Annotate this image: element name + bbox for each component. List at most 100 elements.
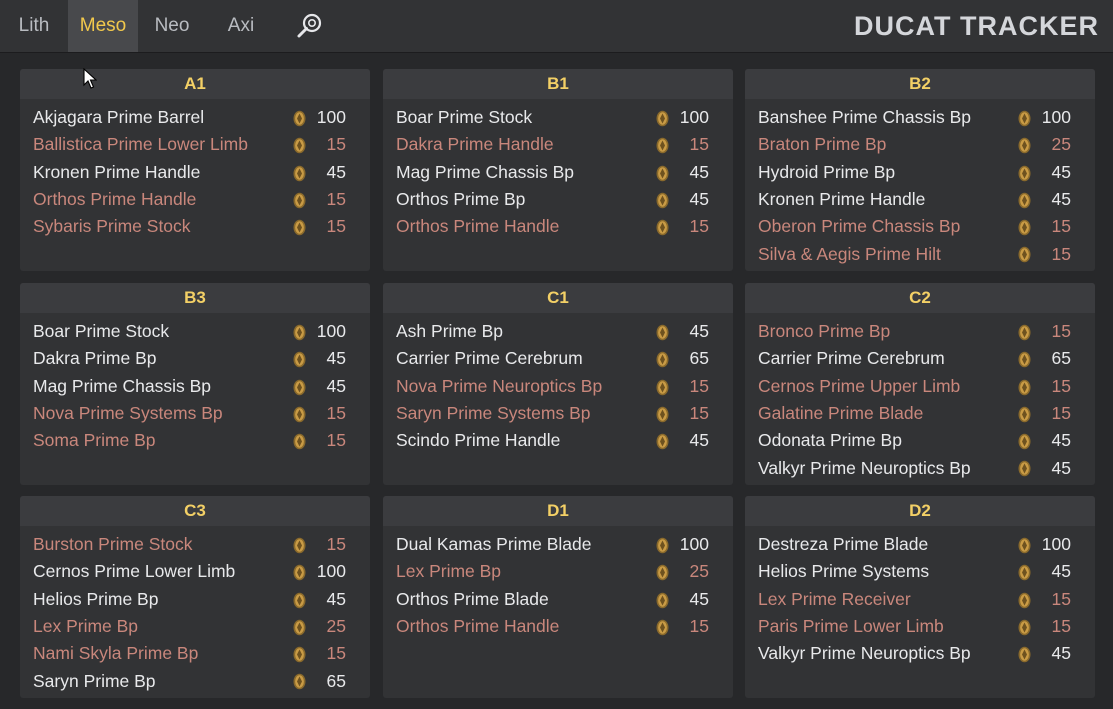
- reward-item-name: Silva & Aegis Prime Hilt: [758, 243, 941, 264]
- ducat-icon: [293, 406, 306, 423]
- app-logo: DUCAT TRACKER: [854, 11, 1099, 41]
- ducat-icon: [293, 137, 306, 154]
- reward-item-name: Ballistica Prime Lower Limb: [33, 134, 248, 155]
- ducat-icon: [1018, 110, 1031, 127]
- relic-name: C2: [745, 283, 1095, 313]
- ducat-icon: [1018, 165, 1031, 181]
- mouse-cursor-icon: [83, 68, 97, 89]
- ducat-value: 45: [1051, 457, 1071, 478]
- reward-row: Cernos Prime Upper Limb 15: [745, 373, 1095, 400]
- ducat-icon: [1018, 433, 1031, 450]
- ducat-icon: [293, 324, 306, 341]
- relic-reward-list: Dual Kamas Prime Blade 100 Lex Prime Bp 25 O…: [383, 526, 733, 640]
- reward-item-name: Scindo Prime Handle: [396, 430, 561, 451]
- ducat-value: 15: [689, 375, 709, 396]
- reward-row: Valkyr Prime Neuroptics Bp 45: [745, 640, 1095, 667]
- ducat-value: 15: [1051, 616, 1071, 637]
- reward-item-name: Nami Skyla Prime Bp: [33, 643, 199, 664]
- top-bar: Lith Meso Neo Axi DUCAT TRACKER: [0, 0, 1113, 53]
- relic-name: D1: [383, 496, 733, 526]
- reward-row: Kronen Prime Handle 45: [20, 159, 370, 186]
- ducat-value: 25: [326, 616, 346, 637]
- reward-item-name: Valkyr Prime Neuroptics Bp: [758, 457, 971, 478]
- ducat-value: 100: [679, 534, 709, 555]
- ducat-value: 15: [326, 134, 346, 155]
- tab-meso[interactable]: Meso: [68, 0, 138, 52]
- reward-row: Dual Kamas Prime Blade 100: [383, 531, 733, 558]
- reward-item-name: Bronco Prime Bp: [758, 321, 891, 342]
- reward-item-name: Kronen Prime Handle: [758, 189, 926, 210]
- relic-reward-list: Destreza Prime Blade 100 Helios Prime Syst…: [745, 526, 1095, 667]
- ducat-icon: [1018, 537, 1031, 554]
- reward-row: Ballistica Prime Lower Limb 15: [20, 131, 370, 158]
- reward-item-name: Cernos Prime Upper Limb: [758, 375, 961, 396]
- reward-item-name: Odonata Prime Bp: [758, 430, 902, 451]
- reward-row: Orthos Prime Handle 15: [383, 213, 733, 240]
- reward-row: Orthos Prime Handle 15: [20, 186, 370, 213]
- reward-item-name: Paris Prime Lower Limb: [758, 616, 944, 637]
- reward-row: Nova Prime Neuroptics Bp 15: [383, 373, 733, 400]
- tab-axi[interactable]: Axi: [206, 0, 276, 52]
- ducat-icon: [656, 537, 669, 554]
- ducat-value: 45: [1051, 189, 1071, 210]
- reward-row: Destreza Prime Blade 100: [745, 531, 1095, 558]
- tab-lith[interactable]: Lith: [0, 0, 68, 52]
- reward-row: Bronco Prime Bp 15: [745, 318, 1095, 345]
- reward-row: Lex Prime Bp 25: [20, 613, 370, 640]
- search-button[interactable]: [276, 0, 344, 52]
- reward-item-name: Cernos Prime Lower Limb: [33, 561, 236, 582]
- reward-row: Carrier Prime Cerebrum 65: [745, 345, 1095, 372]
- relic-name: B3: [20, 283, 370, 313]
- ducat-value: 45: [689, 430, 709, 451]
- reward-item-name: Akjagara Prime Barrel: [33, 107, 205, 128]
- ducat-icon: [1018, 406, 1031, 423]
- ducat-value: 45: [689, 189, 709, 210]
- tab-neo[interactable]: Neo: [138, 0, 206, 52]
- relic-name: B1: [383, 69, 733, 99]
- ducat-icon: [656, 433, 669, 450]
- reward-row: Soma Prime Bp 15: [20, 427, 370, 454]
- ducat-icon: [1018, 461, 1031, 477]
- reward-row: Mag Prime Chassis Bp 45: [20, 373, 370, 400]
- relic-name: B2: [745, 69, 1095, 99]
- relic-card: D2 Destreza Prime Blade 100 Helios Prime Sy…: [745, 496, 1095, 698]
- ducat-icon: [1018, 379, 1031, 395]
- reward-item-name: Dakra Prime Bp: [33, 348, 157, 369]
- ducat-value: 25: [689, 561, 709, 582]
- ducat-icon: [293, 379, 306, 395]
- ducat-icon: [293, 433, 306, 450]
- ducat-value: 15: [689, 134, 709, 155]
- reward-row: Nova Prime Systems Bp 15: [20, 400, 370, 427]
- reward-row: Orthos Prime Handle 15: [383, 613, 733, 640]
- ducat-icon: [293, 619, 306, 636]
- ducat-value: 15: [326, 216, 346, 237]
- ducat-value: 15: [1051, 321, 1071, 342]
- reward-row: Hydroid Prime Bp 45: [745, 159, 1095, 186]
- reward-row: Odonata Prime Bp 45: [745, 427, 1095, 454]
- ducat-value: 45: [326, 588, 346, 609]
- reward-item-name: Oberon Prime Chassis Bp: [758, 216, 961, 237]
- ducat-icon: [656, 324, 669, 341]
- reward-item-name: Orthos Prime Bp: [396, 189, 526, 210]
- ducat-value: 15: [326, 534, 346, 555]
- reward-row: Orthos Prime Blade 45: [383, 586, 733, 613]
- reward-item-name: Mag Prime Chassis Bp: [33, 375, 211, 396]
- reward-item-name: Soma Prime Bp: [33, 430, 156, 451]
- relic-card: C2 Bronco Prime Bp 15 Carrier Prime Cerebru…: [745, 283, 1095, 485]
- ducat-icon: [656, 564, 669, 581]
- ducat-icon: [1018, 592, 1031, 608]
- ducat-value: 45: [1051, 161, 1071, 182]
- ducat-icon: [293, 646, 306, 663]
- ducat-value: 45: [689, 161, 709, 182]
- ducat-icon: [1018, 324, 1031, 341]
- reward-row: Sybaris Prime Stock 15: [20, 213, 370, 240]
- ducat-icon: [656, 592, 669, 608]
- relic-card: B3 Boar Prime Stock 100 Dakra Prime Bp 45 Mag…: [20, 283, 370, 485]
- reward-row: Dakra Prime Handle 15: [383, 131, 733, 158]
- reward-item-name: Valkyr Prime Neuroptics Bp: [758, 643, 971, 664]
- reward-row: Akjagara Prime Barrel 100: [20, 104, 370, 131]
- ducat-icon: [293, 219, 306, 236]
- ducat-value: 100: [316, 321, 346, 342]
- reward-item-name: Dual Kamas Prime Blade: [396, 534, 592, 555]
- ducat-value: 100: [316, 561, 346, 582]
